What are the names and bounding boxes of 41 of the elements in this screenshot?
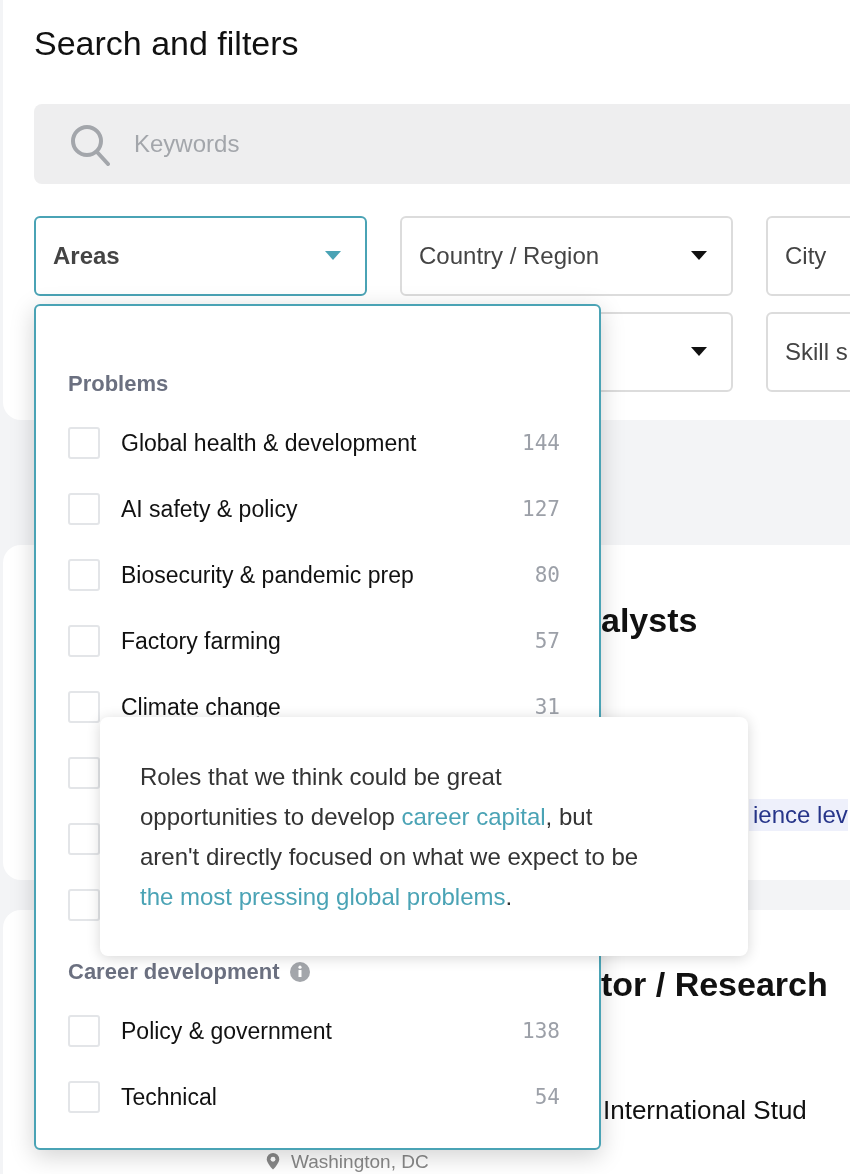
option-label[interactable]: Biosecurity & pandemic prep <box>121 561 535 589</box>
group-heading: Career development <box>68 959 280 985</box>
checkbox[interactable] <box>68 757 100 789</box>
tooltip-text: Roles that we think could be great opportunities to develop career capital, but aren't directly focused on what we expect to be the most pressing global problems. <box>140 762 640 912</box>
option-label[interactable]: Policy & government <box>121 1017 523 1045</box>
option-label[interactable]: AI safety & policy <box>121 495 523 523</box>
info-icon <box>289 962 310 982</box>
job-location: Washington, DC <box>291 1151 429 1172</box>
option-count: 31 <box>534 695 560 719</box>
job-title[interactable]: tor / Research <box>601 965 828 1004</box>
option-label[interactable]: Technical <box>121 1083 535 1111</box>
organization-name: International Stud <box>603 1095 807 1126</box>
option-count: 57 <box>534 629 560 653</box>
checkbox[interactable] <box>68 559 100 591</box>
panel-title: Search and filters <box>34 23 300 64</box>
checkbox[interactable] <box>68 1015 100 1047</box>
option-count: 127 <box>522 497 560 521</box>
option-count: 138 <box>522 1019 560 1043</box>
group-heading: Problems <box>68 371 169 397</box>
option-count: 144 <box>522 431 560 455</box>
search-icon <box>70 124 110 166</box>
option-label[interactable]: Global health & development <box>121 429 523 457</box>
filter-select[interactable]: City <box>766 216 850 296</box>
checkbox[interactable] <box>68 1081 100 1113</box>
option-label[interactable]: Climate change <box>121 693 535 721</box>
checkbox[interactable] <box>68 889 100 921</box>
checkbox[interactable] <box>68 823 100 855</box>
job-title[interactable]: alysts <box>601 601 698 640</box>
location-pin-icon <box>265 1152 281 1171</box>
filter-select[interactable]: Skill s <box>766 312 850 392</box>
option-count: 80 <box>534 563 560 587</box>
option-count: 54 <box>534 1085 560 1109</box>
checkbox[interactable] <box>68 691 100 723</box>
tag: ience lev <box>749 799 848 831</box>
search-field[interactable]: Keywords <box>34 104 850 184</box>
checkbox[interactable] <box>68 493 100 525</box>
filter-select[interactable]: Areas <box>34 216 367 296</box>
checkbox[interactable] <box>68 427 100 459</box>
checkbox[interactable] <box>68 625 100 657</box>
filter-select[interactable]: Country / Region <box>400 216 733 296</box>
option-label[interactable]: Factory farming <box>121 627 535 655</box>
